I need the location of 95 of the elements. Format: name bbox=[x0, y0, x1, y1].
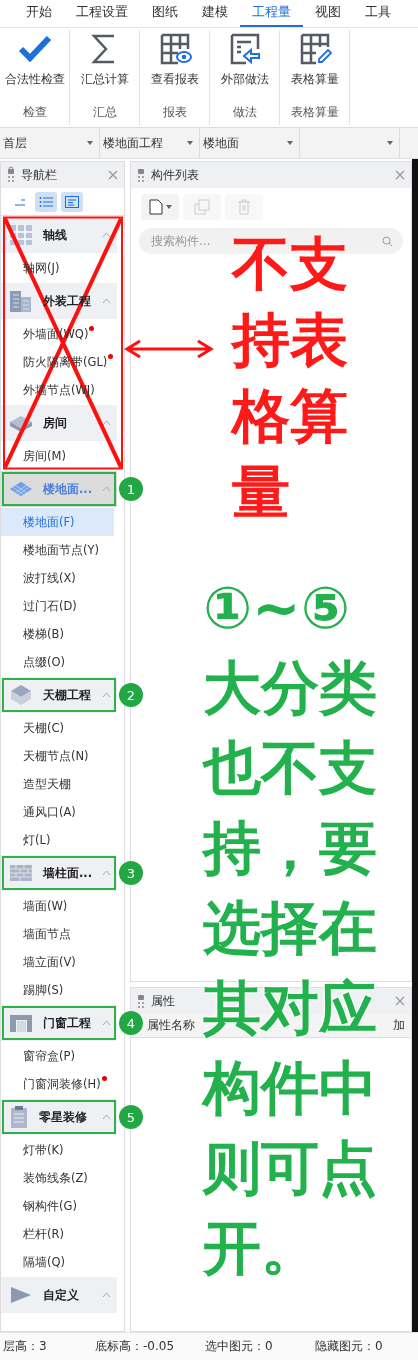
ribbon-tab[interactable]: 图纸 bbox=[140, 3, 190, 27]
chevron-icon bbox=[102, 692, 111, 698]
caret-icon bbox=[287, 141, 293, 145]
caret-icon bbox=[165, 205, 172, 209]
ribbon-group-label: 表格算量 bbox=[290, 104, 339, 121]
chevron-icon bbox=[102, 1020, 111, 1026]
nav-item[interactable]: 栏杆(R) bbox=[1, 1220, 114, 1248]
search-icon bbox=[382, 236, 393, 247]
ribbon-tab[interactable]: 开始 bbox=[14, 3, 64, 27]
nav-item[interactable]: 门窗洞装修(H) bbox=[1, 1070, 114, 1098]
ribbon-button[interactable]: 查看报表 bbox=[150, 30, 199, 98]
copy-icon bbox=[194, 199, 210, 215]
callout-number: 1 bbox=[119, 477, 143, 501]
category-header[interactable]: 房间 bbox=[1, 405, 117, 441]
nav-item[interactable]: 造型天棚 bbox=[1, 770, 114, 798]
nav-item[interactable]: 楼地面(F) bbox=[1, 508, 114, 536]
ribbon-group-label: 做法 bbox=[232, 104, 257, 121]
callout-number: 3 bbox=[119, 861, 143, 885]
new-component-button[interactable] bbox=[141, 194, 179, 220]
ribbon-tab[interactable]: 工程设置 bbox=[64, 3, 140, 27]
callout-number: 2 bbox=[119, 683, 143, 707]
box-icon bbox=[9, 684, 33, 706]
nav-item[interactable]: 灯(L) bbox=[1, 826, 114, 854]
nav-item[interactable]: 钢构件(G) bbox=[1, 1192, 114, 1220]
chevron-icon bbox=[102, 870, 111, 876]
nav-item[interactable]: 过门石(D) bbox=[1, 592, 114, 620]
ribbon-button[interactable]: 汇总计算 bbox=[80, 30, 129, 98]
lock-icon bbox=[7, 166, 15, 184]
chevron-icon bbox=[102, 1292, 111, 1298]
status-text: 隐藏图元：0 bbox=[314, 1338, 384, 1355]
callout-number: 4 bbox=[119, 1011, 143, 1035]
lock-icon bbox=[137, 166, 145, 184]
category-header[interactable]: 自定义 bbox=[1, 1277, 117, 1313]
nav-item[interactable]: 房间(M) bbox=[1, 442, 114, 470]
ribbon-button[interactable]: 合法性检查 bbox=[4, 30, 65, 98]
nav-item[interactable]: 墙面节点 bbox=[1, 920, 114, 948]
panel-title: 构件列表 bbox=[151, 166, 200, 184]
nav-item[interactable]: 楼地面节点(Y) bbox=[1, 536, 114, 564]
dropdown-field[interactable]: 楼地面工程 bbox=[100, 128, 200, 158]
nav-item[interactable]: 灯带(K) bbox=[1, 1136, 114, 1164]
nav-item[interactable]: 窗帘盒(P) bbox=[1, 1042, 114, 1070]
ribbon-tab[interactable]: 视图 bbox=[303, 3, 353, 27]
caret-icon bbox=[387, 141, 393, 145]
nav-item[interactable]: 通风口(A) bbox=[1, 798, 114, 826]
callout-number: 5 bbox=[119, 1105, 143, 1129]
dropdown-field[interactable]: 楼地面 bbox=[200, 128, 300, 158]
nav-item[interactable]: 天棚节点(N) bbox=[1, 742, 114, 770]
nav-item[interactable]: 楼梯(B) bbox=[1, 620, 114, 648]
detail-list-icon[interactable] bbox=[61, 191, 83, 212]
panel-title: 导航栏 bbox=[21, 166, 58, 184]
chevron-icon bbox=[102, 420, 111, 426]
chevron-icon bbox=[102, 232, 111, 238]
play-shape-icon bbox=[9, 1285, 33, 1305]
nav-item[interactable]: 隔墙(Q) bbox=[1, 1248, 114, 1276]
caret-icon bbox=[187, 141, 193, 145]
trash-icon bbox=[237, 199, 251, 215]
ribbon-group-label: 检查 bbox=[22, 104, 47, 121]
list-icon[interactable] bbox=[35, 191, 57, 212]
chevron-icon bbox=[102, 1114, 111, 1120]
ribbon-button[interactable]: 外部做法 bbox=[220, 30, 269, 98]
nav-item[interactable]: 墙面(W) bbox=[1, 892, 114, 920]
ribbon-tab[interactable]: 工程量 bbox=[240, 3, 303, 27]
status-text: 底标高：-0.05 bbox=[94, 1338, 176, 1355]
annotation-note: ①~⑤大分类也不支持，要选择在其对应构件中则可点开。 bbox=[203, 573, 378, 1284]
chevron-icon bbox=[102, 298, 111, 304]
lock-icon bbox=[137, 992, 145, 1010]
nav-item[interactable]: 天棚(C) bbox=[1, 714, 114, 742]
chevron-icon bbox=[102, 486, 111, 492]
status-text: 选中图元：0 bbox=[204, 1338, 274, 1355]
column-header: 加 bbox=[393, 1017, 405, 1034]
caret-icon bbox=[87, 141, 93, 145]
nav-item[interactable]: 装饰线条(Z) bbox=[1, 1164, 114, 1192]
nav-item[interactable]: 踢脚(S) bbox=[1, 976, 114, 1004]
close-icon[interactable] bbox=[395, 994, 405, 1008]
ribbon-tab[interactable]: 工具 bbox=[353, 3, 403, 27]
ribbon-tab[interactable]: 建模 bbox=[190, 3, 240, 27]
dropdown-field[interactable]: 首层 bbox=[0, 128, 100, 158]
status-text: 层高：3 bbox=[2, 1338, 48, 1355]
door-frame-icon bbox=[9, 1013, 33, 1033]
new-document-icon bbox=[148, 199, 163, 215]
close-icon[interactable] bbox=[108, 168, 118, 182]
nav-item[interactable]: 墙立面(V) bbox=[1, 948, 114, 976]
building-icon bbox=[9, 289, 33, 313]
close-icon[interactable] bbox=[395, 168, 405, 182]
room-icon bbox=[9, 414, 33, 432]
brick-wall-icon bbox=[9, 863, 33, 883]
column-header: 属性名称 bbox=[147, 1017, 195, 1034]
ribbon-button[interactable]: 表格算量 bbox=[290, 30, 339, 98]
floor-tile-icon bbox=[9, 480, 33, 498]
panel-title: 属性 bbox=[151, 992, 176, 1010]
clipboard-icon bbox=[9, 1105, 29, 1129]
ribbon-group-label: 汇总 bbox=[92, 104, 117, 121]
ribbon-group-label: 报表 bbox=[162, 104, 187, 121]
nav-item[interactable]: 点缀(O) bbox=[1, 648, 114, 676]
nav-item[interactable]: 波打线(X) bbox=[1, 564, 114, 592]
